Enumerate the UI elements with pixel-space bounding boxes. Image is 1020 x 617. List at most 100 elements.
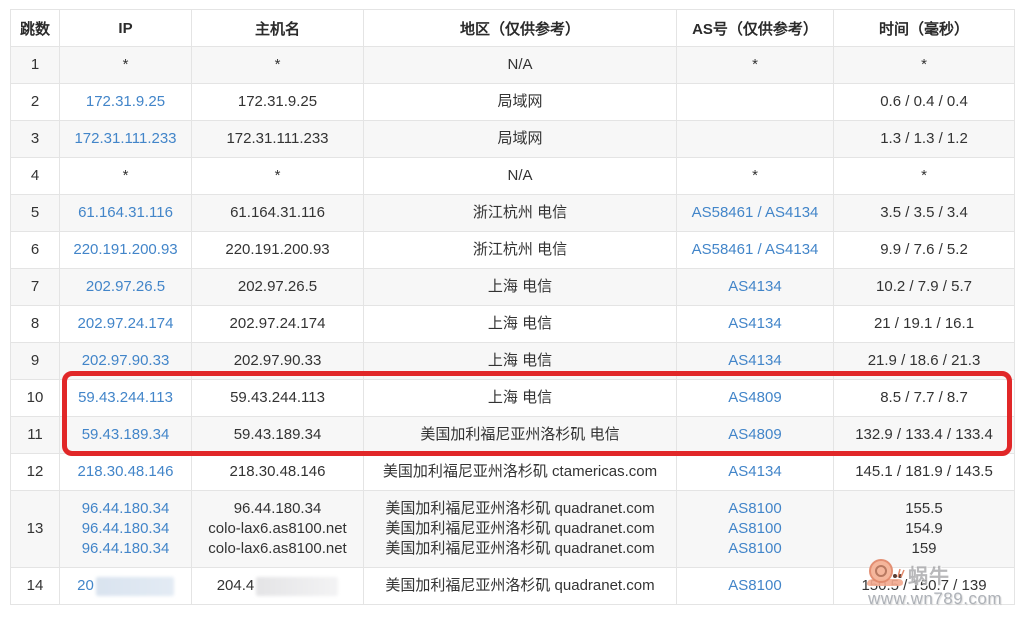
ip-cell: 220.191.200.93 xyxy=(60,232,192,269)
ip-value[interactable]: 96.44.180.34 xyxy=(82,540,170,557)
time-cell: 3.5 / 3.5 / 3.4 xyxy=(834,195,1015,232)
time-value: 132.9 / 133.4 / 133.4 xyxy=(855,426,993,443)
as-value[interactable]: AS8100 xyxy=(728,540,781,557)
ip-value[interactable]: 59.43.189.34 xyxy=(82,426,170,443)
region-value: 美国加利福尼亚州洛杉矶 quadranet.com xyxy=(385,520,654,537)
time-value: 154.9 xyxy=(905,520,943,537)
hop-value: 9 xyxy=(31,352,39,369)
hop-cell: 7 xyxy=(11,269,60,306)
region-value: 美国加利福尼亚州洛杉矶 电信 xyxy=(420,426,619,443)
as-cell: AS4809 xyxy=(677,380,834,417)
region-value: 美国加利福尼亚州洛杉矶 ctamericas.com xyxy=(383,463,657,480)
time-cell: 21.9 / 18.6 / 21.3 xyxy=(834,343,1015,380)
ip-cell: 61.164.31.116 xyxy=(60,195,192,232)
table-body: 1**N/A**2172.31.9.25172.31.9.25局域网0.6 / … xyxy=(11,47,1015,605)
host-value: 202.97.90.33 xyxy=(234,352,322,369)
ip-value: * xyxy=(123,56,129,73)
as-cell: AS4809 xyxy=(677,417,834,454)
host-value: 202.97.24.174 xyxy=(230,315,326,332)
as-value[interactable]: AS4809 xyxy=(728,389,781,406)
ip-value[interactable]: 61.164.31.116 xyxy=(78,204,173,221)
ip-value[interactable]: 172.31.9.25 xyxy=(86,93,165,110)
ip-cell: * xyxy=(60,47,192,84)
time-value: 145.1 / 181.9 / 143.5 xyxy=(855,463,993,480)
hop-cell: 8 xyxy=(11,306,60,343)
as-cell xyxy=(677,121,834,158)
as-cell: AS4134 xyxy=(677,306,834,343)
ip-value[interactable]: 96.44.180.34 xyxy=(82,500,170,517)
as-cell: AS4134 xyxy=(677,343,834,380)
region-cell: 上海 电信 xyxy=(364,269,677,306)
hop-value: 11 xyxy=(27,426,43,443)
hop-cell: 11 xyxy=(11,417,60,454)
as-value[interactable]: AS8100 xyxy=(728,520,781,537)
time-cell: 155.5154.9159 xyxy=(834,491,1015,568)
region-value: 美国加利福尼亚州洛杉矶 quadranet.com xyxy=(385,577,654,594)
hop-value: 2 xyxy=(31,93,39,110)
traceroute-page: 跳数 IP 主机名 地区（仅供参考） AS号（仅供参考） 时间（毫秒） 1**N… xyxy=(0,0,1020,617)
time-value: 1.3 / 1.3 / 1.2 xyxy=(880,130,968,147)
region-cell: 上海 电信 xyxy=(364,343,677,380)
region-value: 美国加利福尼亚州洛杉矶 quadranet.com xyxy=(385,500,654,517)
hop-cell: 10 xyxy=(11,380,60,417)
ip-value[interactable]: 20 xyxy=(77,577,94,594)
host-value: 204.4 xyxy=(217,577,255,594)
hop-cell: 13 xyxy=(11,491,60,568)
ip-value[interactable]: 218.30.48.146 xyxy=(78,463,174,480)
as-value[interactable]: AS4134 xyxy=(728,463,781,480)
as-value[interactable]: AS4809 xyxy=(728,426,781,443)
as-cell: * xyxy=(677,158,834,195)
time-cell: 0.6 / 0.4 / 0.4 xyxy=(834,84,1015,121)
hop-cell: 12 xyxy=(11,454,60,491)
as-cell: AS58461 / AS4134 xyxy=(677,232,834,269)
ip-value[interactable]: 202.97.26.5 xyxy=(86,278,165,295)
column-header-region: 地区（仅供参考） xyxy=(364,10,677,47)
ip-value[interactable]: 172.31.111.233 xyxy=(74,130,176,147)
table-row: 4**N/A** xyxy=(11,158,1015,195)
as-value[interactable]: AS58461 / AS4134 xyxy=(692,204,819,221)
table-row: 6220.191.200.93220.191.200.93浙江杭州 电信AS58… xyxy=(11,232,1015,269)
host-cell: 59.43.244.113 xyxy=(192,380,364,417)
table-row: 9 202.97.90.33 202.97.90.33 上海 电信 AS4134 21.9… xyxy=(11,343,1015,380)
as-value[interactable]: AS58461 / AS4134 xyxy=(692,241,819,258)
ip-value[interactable]: 220.191.200.93 xyxy=(73,241,177,258)
hop-value: 6 xyxy=(31,241,39,258)
time-value: 9.9 / 7.6 / 5.2 xyxy=(880,241,968,258)
table-row: 1396.44.180.3496.44.180.3496.44.180.3496… xyxy=(11,491,1015,568)
as-cell: * xyxy=(677,47,834,84)
region-value: 上海 电信 xyxy=(488,278,552,295)
ip-cell: 59.43.244.113 xyxy=(60,380,192,417)
host-cell: 96.44.180.34colo-lax6.as8100.netcolo-lax… xyxy=(192,491,364,568)
ip-cell: 96.44.180.34 96.44.180.34 96.44.180.34 xyxy=(60,491,192,568)
time-value: * xyxy=(921,56,927,73)
hop-cell: 5 xyxy=(11,195,60,232)
host-cell: * xyxy=(192,47,364,84)
censored-blur xyxy=(256,577,338,596)
hop-value: 7 xyxy=(31,278,39,295)
ip-value[interactable]: 202.97.90.33 xyxy=(82,352,170,369)
as-cell: AS4134 xyxy=(677,269,834,306)
host-value: 218.30.48.146 xyxy=(230,463,326,480)
table-row: 3172.31.111.233172.31.111.233局域网1.3 / 1.… xyxy=(11,121,1015,158)
host-value: 96.44.180.34 xyxy=(234,500,322,517)
as-value[interactable]: AS4134 xyxy=(728,278,781,295)
ip-cell: * xyxy=(60,158,192,195)
host-cell: 172.31.111.233 xyxy=(192,121,364,158)
time-cell: * xyxy=(834,158,1015,195)
ip-value[interactable]: 59.43.244.113 xyxy=(78,389,173,406)
host-value: 202.97.26.5 xyxy=(238,278,317,295)
host-value: colo-lax6.as8100.net xyxy=(208,540,346,557)
ip-value[interactable]: 96.44.180.34 xyxy=(82,520,170,537)
as-value[interactable]: AS4134 xyxy=(728,352,781,369)
as-value[interactable]: AS4134 xyxy=(728,315,781,332)
as-value[interactable]: AS8100 xyxy=(728,577,781,594)
time-cell: 145.1 / 181.9 / 143.5 xyxy=(834,454,1015,491)
region-cell: 上海 电信 xyxy=(364,380,677,417)
host-cell: 172.31.9.25 xyxy=(192,84,364,121)
ip-value[interactable]: 202.97.24.174 xyxy=(78,315,174,332)
as-value[interactable]: AS8100 xyxy=(728,500,781,517)
traceroute-table: 跳数 IP 主机名 地区（仅供参考） AS号（仅供参考） 时间（毫秒） 1**N… xyxy=(10,9,1015,605)
table-row: 1420204.4美国加利福尼亚州洛杉矶 quadranet.comAS8100… xyxy=(11,568,1015,605)
time-cell: 8.5 / 7.7 / 8.7 xyxy=(834,380,1015,417)
time-value: 21 / 19.1 / 16.1 xyxy=(874,315,974,332)
